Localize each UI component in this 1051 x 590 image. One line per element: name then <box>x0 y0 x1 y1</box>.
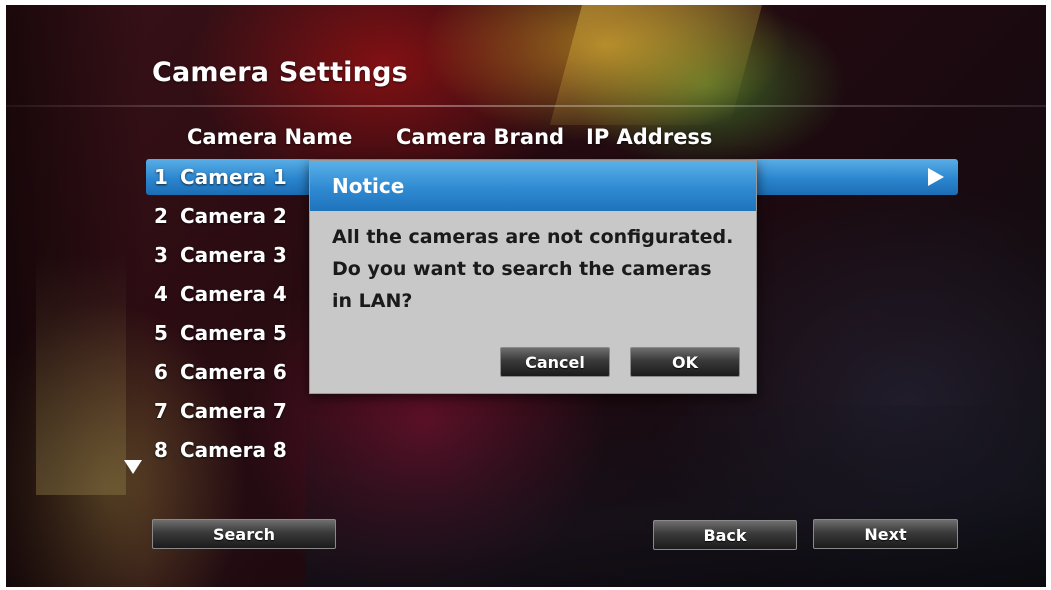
dialog-message: All the cameras are not configurated. Do… <box>332 221 752 317</box>
background-glow-decor <box>6 5 146 587</box>
camera-row-index: 2 <box>154 204 168 228</box>
dialog-message-line: Do you want to search the cameras <box>332 258 712 280</box>
camera-row-name: Camera 6 <box>180 360 287 384</box>
camera-row-7[interactable]: 7 Camera 7 <box>146 393 958 429</box>
notice-dialog: Notice All the cameras are not configura… <box>309 160 757 394</box>
dialog-message-line: in LAN? <box>332 290 413 312</box>
camera-row-index: 4 <box>154 282 168 306</box>
back-button[interactable]: Back <box>653 520 797 550</box>
ok-button[interactable]: OK <box>630 347 740 377</box>
camera-row-name: Camera 5 <box>180 321 287 345</box>
tv-screen: Camera Settings Camera Name Camera Brand… <box>6 5 1046 587</box>
camera-row-name: Camera 8 <box>180 438 287 462</box>
search-button[interactable]: Search <box>152 519 336 549</box>
column-header-camera-brand: Camera Brand <box>396 125 565 149</box>
page-title: Camera Settings <box>152 57 408 88</box>
camera-row-name: Camera 1 <box>180 165 287 189</box>
camera-row-name: Camera 2 <box>180 204 287 228</box>
camera-row-index: 3 <box>154 243 168 267</box>
camera-row-name: Camera 4 <box>180 282 287 306</box>
dialog-title: Notice <box>332 174 405 198</box>
camera-row-index: 8 <box>154 438 168 462</box>
camera-row-index: 1 <box>154 165 168 189</box>
dialog-message-line: All the cameras are not configurated. <box>332 226 734 248</box>
triangle-right-icon <box>928 168 944 186</box>
camera-row-index: 7 <box>154 399 168 423</box>
column-header-ip-address: IP Address <box>586 125 713 149</box>
next-button[interactable]: Next <box>813 519 958 549</box>
camera-row-name: Camera 3 <box>180 243 287 267</box>
camera-row-name: Camera 7 <box>180 399 287 423</box>
cancel-button[interactable]: Cancel <box>500 347 610 377</box>
camera-row-8[interactable]: 8 Camera 8 <box>146 432 958 468</box>
dialog-titlebar: Notice <box>310 161 756 211</box>
camera-row-index: 6 <box>154 360 168 384</box>
title-divider <box>6 105 1046 107</box>
background-beam-decor <box>549 5 763 125</box>
camera-row-index: 5 <box>154 321 168 345</box>
column-header-camera-name: Camera Name <box>187 125 353 149</box>
triangle-down-icon[interactable] <box>124 460 142 474</box>
background-panel-decor <box>36 255 126 495</box>
